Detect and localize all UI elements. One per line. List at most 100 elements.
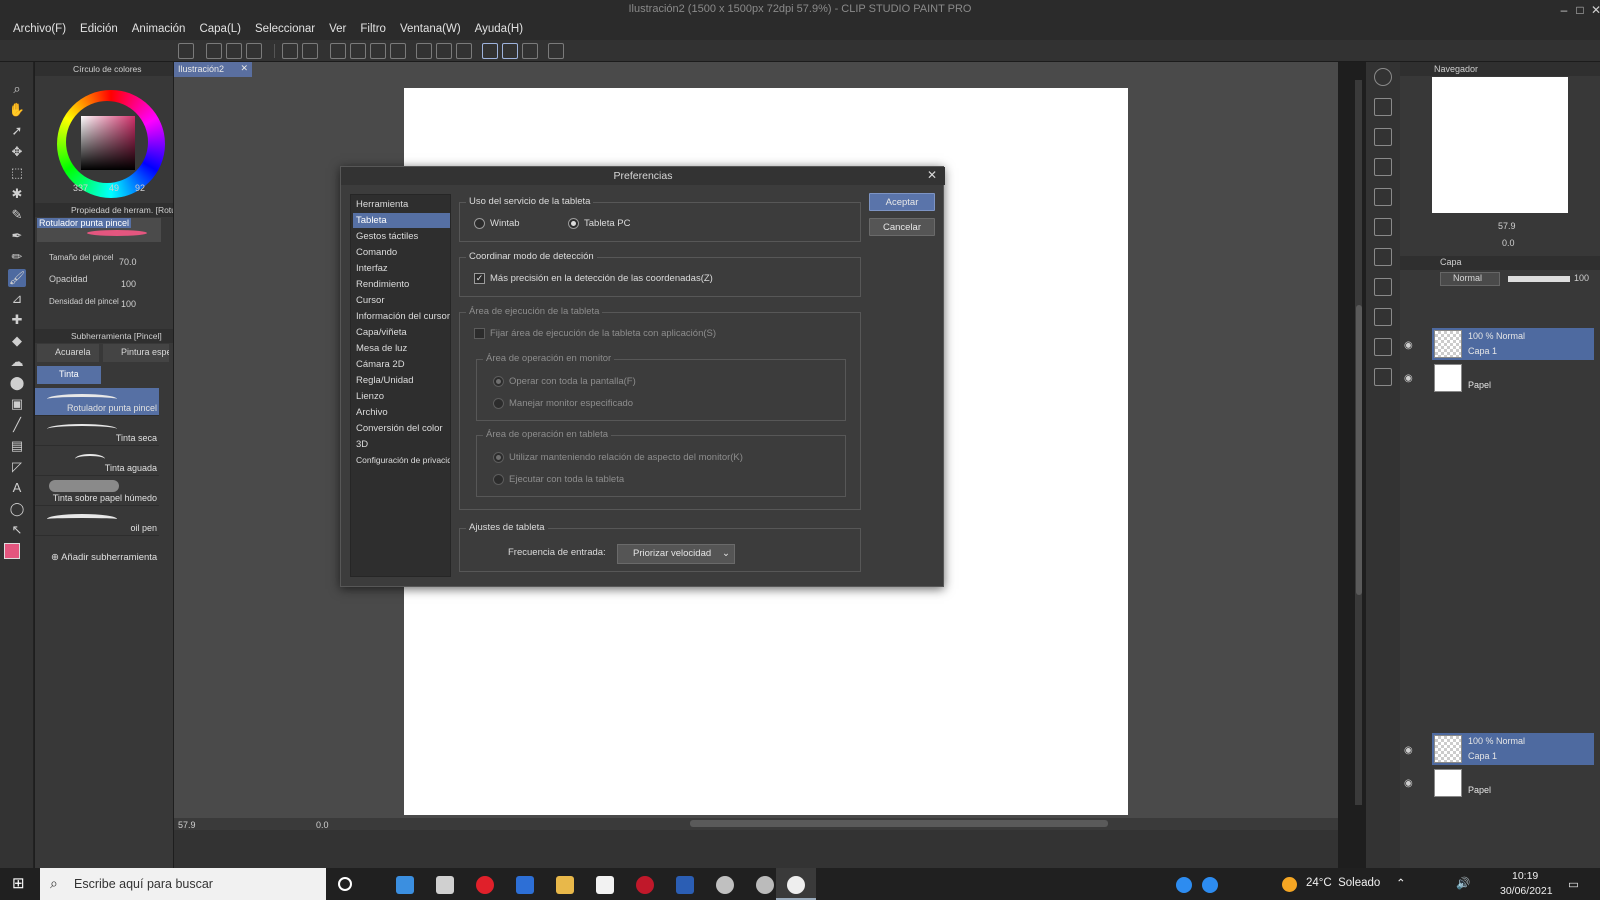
help-tray-icon[interactable] xyxy=(1176,877,1192,893)
eyedropper-tool-icon[interactable]: ✎ xyxy=(8,206,26,224)
navigator-preview[interactable] xyxy=(1432,77,1568,213)
pen-tool-icon[interactable]: ✒ xyxy=(8,227,26,245)
subtool-item[interactable]: Tinta seca xyxy=(35,418,159,446)
precision-checkbox[interactable]: ✓ xyxy=(474,273,485,284)
open-file-icon[interactable] xyxy=(226,43,242,59)
nav-item-conversion-color[interactable]: Conversión del color xyxy=(353,421,450,436)
main-color-swatch[interactable] xyxy=(4,543,20,559)
selection-border-icon[interactable] xyxy=(456,43,472,59)
auto-select-tool-icon[interactable]: ✱ xyxy=(8,185,26,203)
nav-item-archivo[interactable]: Archivo xyxy=(353,405,450,420)
nav-item-rendimiento[interactable]: Rendimiento xyxy=(353,277,450,292)
horizontal-scroll-thumb[interactable] xyxy=(690,820,1108,827)
clip-studio-icon[interactable] xyxy=(756,876,774,894)
file-explorer-icon[interactable] xyxy=(556,876,574,894)
material-icon[interactable] xyxy=(1374,278,1392,296)
taskbar-search-input[interactable]: ⌕ Escribe aquí para buscar xyxy=(40,868,326,900)
eye-icon[interactable]: ◉ xyxy=(1404,340,1416,352)
photos-icon[interactable] xyxy=(716,876,734,894)
document-tab[interactable]: Ilustración2 ✕ xyxy=(174,62,252,77)
eye-icon[interactable]: ◉ xyxy=(1404,745,1416,757)
invert-selection-icon[interactable] xyxy=(436,43,452,59)
layer-row[interactable]: Papel xyxy=(1432,362,1594,394)
material-icon[interactable] xyxy=(1374,188,1392,206)
clock-date[interactable]: 30/06/2021 xyxy=(1500,885,1553,897)
frame-tool-icon[interactable]: ▤ xyxy=(8,437,26,455)
color-wheel[interactable] xyxy=(41,76,165,200)
fill-tool-icon[interactable]: ⬤ xyxy=(8,374,26,392)
nav-item-cursor[interactable]: Cursor xyxy=(353,293,450,308)
add-subtool-button[interactable]: ⊕ Añadir subherramienta xyxy=(51,552,157,563)
nav-item-regla-unidad[interactable]: Regla/Unidad xyxy=(353,373,450,388)
keep-aspect-radio[interactable] xyxy=(493,452,504,463)
minimize-button[interactable]: – xyxy=(1556,2,1572,18)
navigator-zoom[interactable]: 57.9 xyxy=(1498,221,1516,231)
transform-icon[interactable] xyxy=(390,43,406,59)
gradient-tool-icon[interactable]: ▣ xyxy=(8,395,26,413)
zoom-tool-icon[interactable]: ⌕ xyxy=(8,80,26,98)
volume-icon[interactable]: 🔊 xyxy=(1456,876,1470,890)
clear-icon[interactable] xyxy=(350,43,366,59)
nav-item-info-cursor[interactable]: Información del cursor xyxy=(353,309,450,324)
input-frequency-select[interactable]: Priorizar velocidad ⌄ xyxy=(617,544,735,564)
hand-tool-icon[interactable]: ✋ xyxy=(8,101,26,119)
nav-item-comando[interactable]: Comando xyxy=(353,245,450,260)
opacity-value[interactable]: 100 xyxy=(121,279,136,289)
operation-tool-icon[interactable]: ➚ xyxy=(8,122,26,140)
ruler-tool-icon[interactable]: ◸ xyxy=(8,458,26,476)
subtool-item[interactable]: Rotulador punta pincel xyxy=(35,388,159,416)
airbrush-tool-icon[interactable]: ⊿ xyxy=(8,290,26,308)
nav-item-mesa-luz[interactable]: Mesa de luz xyxy=(353,341,450,356)
nav-item-interfaz[interactable]: Interfaz xyxy=(353,261,450,276)
menu-ventana[interactable]: Ventana(W) xyxy=(393,20,468,40)
text-tool-icon[interactable]: A xyxy=(8,479,26,497)
subtool-item[interactable]: Tinta sobre papel húmedo xyxy=(35,478,159,506)
word-icon[interactable] xyxy=(676,876,694,894)
close-window-button[interactable]: ✕ xyxy=(1588,2,1600,18)
blend-mode-select[interactable]: Normal xyxy=(1440,272,1500,286)
nav-item-gestos[interactable]: Gestos táctiles xyxy=(353,229,450,244)
pencil-tool-icon[interactable]: ✏ xyxy=(8,248,26,266)
menu-edicion[interactable]: Edición xyxy=(73,20,125,40)
group-tab-pintura-espesa[interactable]: Pintura espesa xyxy=(103,344,169,362)
eye-icon[interactable]: ◉ xyxy=(1404,778,1416,790)
subtool-item[interactable]: Tinta aguada xyxy=(35,448,159,476)
balloon-tool-icon[interactable]: ◯ xyxy=(8,500,26,518)
material-icon[interactable] xyxy=(1374,338,1392,356)
layer-row[interactable]: Papel xyxy=(1432,767,1594,799)
snap-grid-icon[interactable] xyxy=(522,43,538,59)
figure-tool-icon[interactable]: ╱ xyxy=(8,416,26,434)
selection-tool-icon[interactable]: ⬚ xyxy=(8,164,26,182)
wintab-radio[interactable] xyxy=(474,218,485,229)
notification-icon[interactable]: ▭ xyxy=(1568,877,1579,891)
group-tab-acuarela[interactable]: Acuarela xyxy=(37,344,99,362)
layer-row[interactable]: 100 % Normal Capa 1 xyxy=(1432,328,1594,360)
opera-icon[interactable] xyxy=(476,876,494,894)
fill-icon[interactable] xyxy=(370,43,386,59)
save-icon[interactable] xyxy=(246,43,262,59)
density-value[interactable]: 100 xyxy=(121,299,136,309)
dropbox-icon[interactable] xyxy=(396,876,414,894)
accept-button[interactable]: Aceptar xyxy=(869,193,935,211)
material-icon[interactable] xyxy=(1374,98,1392,116)
cortana-icon[interactable] xyxy=(338,877,352,891)
full-tablet-radio[interactable] xyxy=(493,474,504,485)
nav-item-3d[interactable]: 3D xyxy=(353,437,450,452)
help-tray-icon[interactable] xyxy=(1202,877,1218,893)
layer-row[interactable]: 100 % Normal Capa 1 xyxy=(1432,733,1594,765)
search-icon[interactable] xyxy=(1374,68,1392,86)
decoration-tool-icon[interactable]: ✚ xyxy=(8,311,26,329)
material-icon[interactable] xyxy=(1374,128,1392,146)
help-icon[interactable] xyxy=(548,43,564,59)
store-icon[interactable] xyxy=(436,876,454,894)
close-icon[interactable]: ✕ xyxy=(927,168,937,182)
app-icon[interactable] xyxy=(516,876,534,894)
navigator-rotation[interactable]: 0.0 xyxy=(1502,238,1515,248)
menu-ayuda[interactable]: Ayuda(H) xyxy=(468,20,530,40)
weather-text[interactable]: 24°C Soleado xyxy=(1306,877,1380,889)
eye-icon[interactable]: ◉ xyxy=(1404,373,1416,385)
maximize-button[interactable]: □ xyxy=(1572,2,1588,18)
menu-archivo[interactable]: Archivo(F) xyxy=(6,20,73,40)
menu-capa[interactable]: Capa(L) xyxy=(192,20,248,40)
brush-size-value[interactable]: 70.0 xyxy=(119,257,137,267)
